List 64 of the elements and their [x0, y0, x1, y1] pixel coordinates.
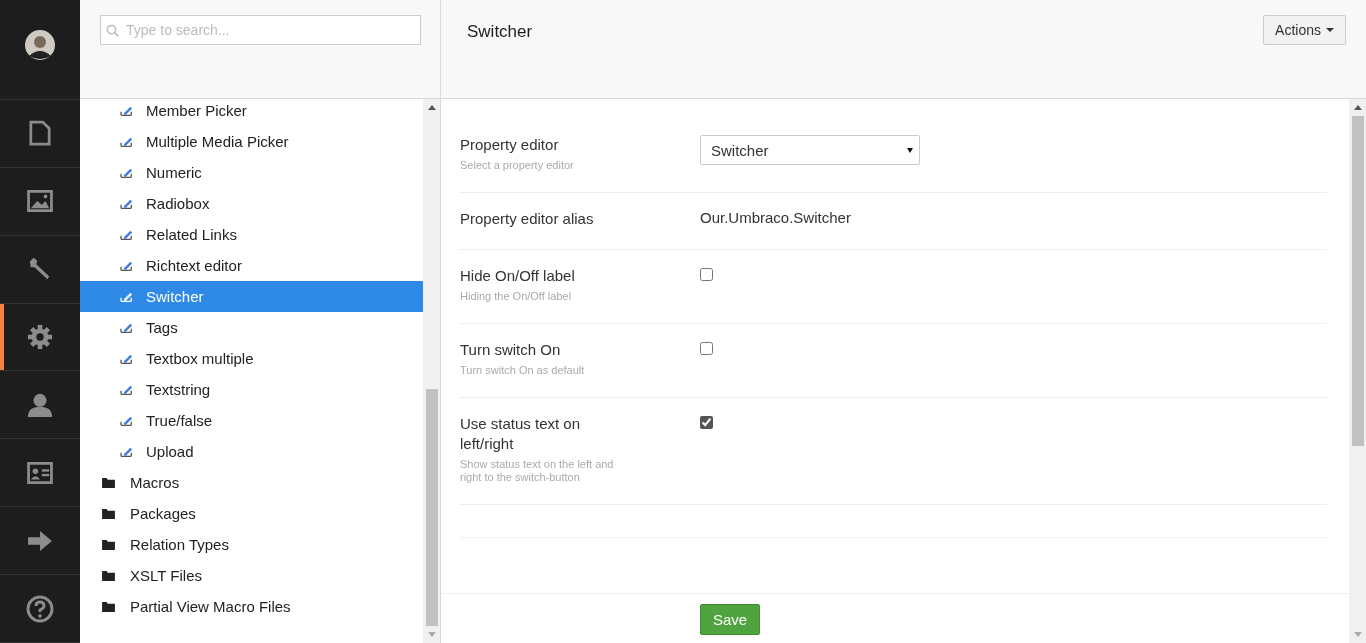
property-description: Show status text on the left and right to the switch-button: [460, 458, 615, 484]
tree-item[interactable]: Tags: [80, 312, 423, 343]
id-card-icon[interactable]: [27, 461, 53, 484]
folder-icon: [102, 477, 115, 488]
tree-item[interactable]: Textbox multiple: [80, 343, 423, 374]
scrollbar[interactable]: [1349, 99, 1366, 643]
person-icon[interactable]: [27, 391, 53, 418]
document-icon[interactable]: [29, 120, 51, 147]
tree-item[interactable]: Member Picker: [80, 99, 423, 126]
edit-icon: [120, 104, 134, 117]
tree-item[interactable]: Radiobox: [80, 188, 423, 219]
page-title: Switcher: [467, 22, 533, 42]
folder-icon: [102, 539, 115, 550]
tree-item[interactable]: Relation Types: [80, 529, 423, 560]
edit-icon: [120, 414, 134, 427]
tree-item[interactable]: Richtext editor: [80, 250, 423, 281]
avatar-icon[interactable]: [25, 30, 55, 60]
property-editor-dropdown[interactable]: Switcher: [700, 135, 920, 165]
checkbox[interactable]: [700, 268, 713, 281]
property-description: Select a property editor: [460, 159, 575, 172]
settings-icon[interactable]: [27, 324, 53, 350]
caret-icon: [1326, 28, 1334, 32]
tree-item[interactable]: Upload: [80, 436, 423, 467]
caret-icon: [907, 147, 913, 153]
tree-item[interactable]: XSLT Files: [80, 560, 423, 591]
actions-button[interactable]: Actions: [1263, 15, 1346, 45]
edit-icon: [120, 445, 134, 458]
tree-item[interactable]: Switcher: [80, 281, 423, 312]
edit-icon: [120, 228, 134, 241]
tree-item[interactable]: Multiple Media Picker: [80, 126, 423, 157]
edit-icon: [120, 259, 134, 272]
edit-icon: [120, 197, 134, 210]
tree-item[interactable]: Numeric: [80, 157, 423, 188]
property-label: Property editor alias: [460, 209, 595, 229]
folder-icon: [102, 570, 115, 581]
edit-icon: [120, 321, 134, 334]
edit-icon: [120, 135, 134, 148]
edit-icon: [120, 290, 134, 303]
search-field[interactable]: Type to search...: [100, 15, 421, 45]
tree-item[interactable]: Partial View Macro Files: [80, 591, 423, 622]
folder-icon: [102, 601, 115, 612]
tree-item[interactable]: Related Links: [80, 219, 423, 250]
nav-tab[interactable]: [0, 303, 80, 372]
folder-icon: [102, 508, 115, 519]
checkbox[interactable]: [700, 416, 713, 429]
edit-icon: [120, 166, 134, 179]
tree-item[interactable]: True/false: [80, 405, 423, 436]
property-label: Property editor: [460, 135, 560, 155]
checkbox[interactable]: [700, 342, 713, 355]
property-label: Hide On/Off label: [460, 266, 576, 286]
property-description: Turn switch On as default: [460, 364, 586, 377]
image-icon[interactable]: [27, 190, 53, 213]
scrollbar[interactable]: [423, 99, 440, 643]
alias-value: Our.Umbraco.Switcher: [700, 209, 851, 228]
property-label: Turn switch On: [460, 340, 562, 360]
tree-item[interactable]: Packages: [80, 498, 423, 529]
help-icon[interactable]: [26, 594, 54, 623]
arrow-icon[interactable]: [27, 529, 53, 552]
edit-icon: [120, 383, 134, 396]
tree-item[interactable]: Textstring: [80, 374, 423, 405]
tree-item[interactable]: Macros: [80, 467, 423, 498]
property-label: Use status text on left/right: [460, 414, 582, 454]
property-description: Hiding the On/Off label: [460, 290, 573, 303]
edit-icon: [120, 352, 134, 365]
